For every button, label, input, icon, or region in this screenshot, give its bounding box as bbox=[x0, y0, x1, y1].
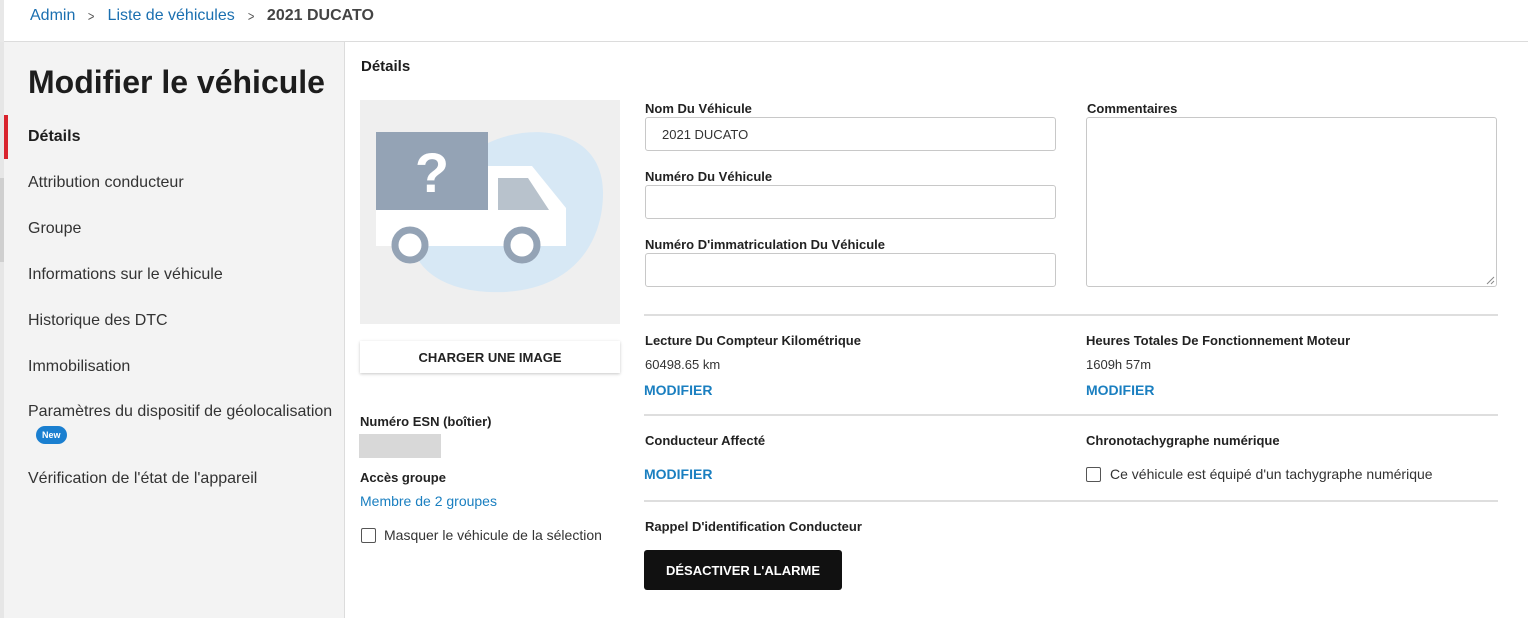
sidebar-item-details[interactable]: Détails bbox=[0, 114, 345, 160]
breadcrumb-vehicle-list-link[interactable]: Liste de véhicules bbox=[108, 7, 235, 25]
resize-grip-icon[interactable] bbox=[1486, 276, 1495, 285]
svg-text:?: ? bbox=[415, 141, 449, 204]
tachograph-label: Chronotachygraphe numérique bbox=[1086, 433, 1280, 448]
new-badge: New bbox=[36, 426, 67, 444]
sidebar-nav: Détails Attribution conducteur Groupe In… bbox=[0, 114, 345, 502]
sidebar-item-group[interactable]: Groupe bbox=[0, 206, 345, 252]
tachograph-checkbox-label: Ce véhicule est équipé d'un tachygraphe … bbox=[1110, 466, 1433, 482]
chevron-right-icon: > bbox=[247, 8, 255, 24]
sidebar-item-vehicle-info[interactable]: Informations sur le véhicule bbox=[0, 252, 345, 298]
odometer-label: Lecture Du Compteur Kilométrique bbox=[645, 333, 861, 348]
divider bbox=[644, 500, 1498, 502]
hide-vehicle-label: Masquer le véhicule de la sélection bbox=[384, 527, 602, 543]
truck-question-icon: ? bbox=[376, 132, 604, 293]
sidebar-item-dtc-history[interactable]: Historique des DTC bbox=[0, 298, 345, 344]
breadcrumb: Admin > Liste de véhicules > 2021 DUCATO bbox=[30, 7, 374, 25]
breadcrumb-current: 2021 DUCATO bbox=[266, 7, 374, 24]
sidebar: Modifier le véhicule Détails Attribution… bbox=[0, 42, 345, 618]
esn-label: Numéro ESN (boîtier) bbox=[360, 414, 492, 429]
engine-hours-label: Heures Totales De Fonctionnement Moteur bbox=[1086, 333, 1351, 348]
upload-image-button[interactable]: CHARGER UNE IMAGE bbox=[360, 341, 620, 373]
vehicle-number-input[interactable] bbox=[645, 185, 1056, 219]
sidebar-item-immobilisation[interactable]: Immobilisation bbox=[0, 344, 345, 390]
section-title: Détails bbox=[361, 58, 411, 75]
divider bbox=[644, 314, 1498, 316]
vehicle-name-input[interactable] bbox=[645, 117, 1056, 151]
tachograph-checkbox[interactable] bbox=[1086, 467, 1101, 482]
breadcrumb-admin-link[interactable]: Admin bbox=[30, 7, 75, 25]
sidebar-item-label: Paramètres du dispositif de géolocalisat… bbox=[28, 403, 333, 420]
group-access-label: Accès groupe bbox=[360, 470, 446, 485]
comments-textarea[interactable] bbox=[1086, 117, 1497, 287]
vehicle-number-label: Numéro Du Véhicule bbox=[645, 169, 773, 184]
divider bbox=[644, 414, 1498, 416]
modify-driver-link[interactable]: MODIFIER bbox=[644, 466, 712, 482]
sidebar-item-device-health[interactable]: Vérification de l'état de l'appareil bbox=[0, 456, 345, 502]
esn-value-redacted bbox=[359, 434, 441, 458]
comments-label: Commentaires bbox=[1087, 101, 1178, 116]
vehicle-name-label: Nom Du Véhicule bbox=[645, 101, 752, 116]
vehicle-image-placeholder: ? bbox=[360, 100, 620, 324]
modify-engine-hours-link[interactable]: MODIFIER bbox=[1086, 382, 1154, 398]
disable-alarm-button[interactable]: DÉSACTIVER L'ALARME bbox=[644, 550, 842, 590]
window-edge bbox=[0, 0, 4, 42]
plate-label: Numéro D'immatriculation Du Véhicule bbox=[645, 237, 886, 252]
assigned-driver-label: Conducteur Affecté bbox=[645, 433, 766, 448]
page-title: Modifier le véhicule bbox=[28, 64, 325, 100]
plate-input[interactable] bbox=[645, 253, 1056, 287]
sidebar-item-geolocation-settings[interactable]: Paramètres du dispositif de géolocalisat… bbox=[0, 390, 345, 456]
engine-hours-value: 1609h 57m bbox=[1086, 357, 1152, 372]
hide-vehicle-checkbox[interactable] bbox=[361, 528, 376, 543]
driver-id-reminder-label: Rappel D'identification Conducteur bbox=[645, 519, 862, 534]
chevron-right-icon: > bbox=[88, 8, 95, 24]
odometer-value: 60498.65 km bbox=[645, 357, 721, 372]
top-bar: Admin > Liste de véhicules > 2021 DUCATO bbox=[0, 0, 1528, 42]
group-membership-link[interactable]: Membre de 2 groupes bbox=[360, 493, 497, 509]
sidebar-item-driver-assignment[interactable]: Attribution conducteur bbox=[0, 160, 345, 206]
modify-odometer-link[interactable]: MODIFIER bbox=[644, 382, 712, 398]
